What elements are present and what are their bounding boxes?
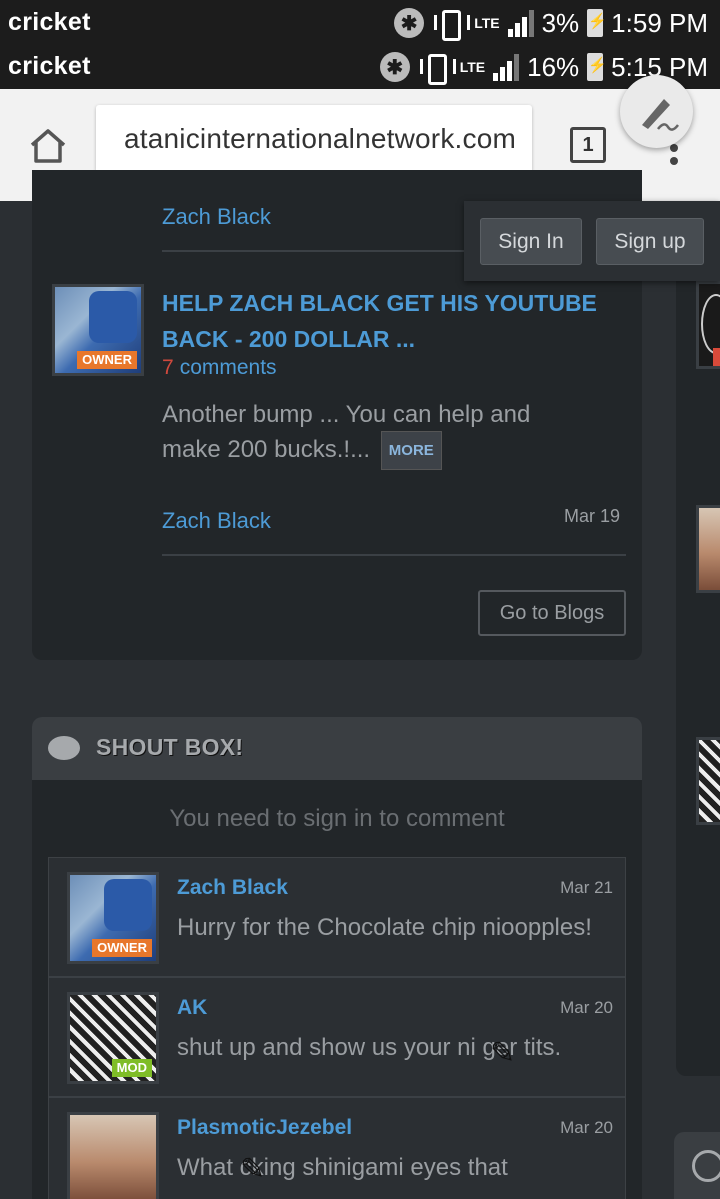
clock-time: 1:59 PM xyxy=(611,7,708,38)
blog-author-link[interactable]: Zach Black xyxy=(162,204,271,230)
signal-icon xyxy=(507,9,534,37)
more-button[interactable]: MORE xyxy=(380,431,442,470)
status-bar: cricket ✱ LTE 16% 5:15 PM xyxy=(0,44,720,89)
list-item: OWNER Zach Black Mar 21 Hurry for the Ch… xyxy=(49,858,625,978)
signal-icon xyxy=(493,53,520,81)
avatar[interactable]: OWNER xyxy=(52,284,144,376)
lte-label: LTE xyxy=(474,14,500,31)
blog-date: Mar 19 xyxy=(564,506,621,526)
status-bar: cricket ✱ LTE 3% 1:59 PM xyxy=(0,0,720,46)
shout-date: Mar 20 xyxy=(560,1118,613,1137)
battery-percent: 3% xyxy=(541,7,580,38)
sign-in-button[interactable]: Sign In xyxy=(480,218,582,265)
status-icons: ✱ LTE 3% 1:59 PM xyxy=(394,6,708,41)
tab-switcher-button[interactable]: 1 xyxy=(570,127,606,163)
signin-note: You need to sign in to comment xyxy=(169,805,505,832)
url-text: atanicinternationalnetwork.com xyxy=(124,123,516,154)
mod-badge: MOD xyxy=(111,1059,152,1077)
shout-date: Mar 20 xyxy=(560,998,613,1017)
avatar[interactable] xyxy=(67,1112,159,1199)
list-item: PlasmoticJezebel Mar 20 What cking shini… xyxy=(49,1098,625,1199)
battery-icon xyxy=(587,53,607,81)
avatar[interactable]: MOD xyxy=(67,992,159,1084)
carrier-label: cricket xyxy=(8,52,91,80)
url-bar[interactable]: atanicinternationalnetwork.com xyxy=(96,105,532,173)
battery-icon xyxy=(587,9,607,37)
blog-excerpt-text: Another bump ... You can help and make 2… xyxy=(162,401,531,463)
home-icon[interactable] xyxy=(28,127,68,165)
sidebar-thumbnail[interactable] xyxy=(696,281,720,369)
comment-count: 7 xyxy=(162,356,174,379)
sidebar-thumbnail[interactable] xyxy=(696,737,720,825)
shout-author[interactable]: Zach Black xyxy=(177,876,288,900)
clock-icon xyxy=(692,1150,720,1182)
comment-count-link[interactable]: 7 comments xyxy=(162,356,277,380)
blog-post-title[interactable]: HELP ZACH BLACK GET HIS YOUTUBE BACK - 2… xyxy=(162,285,612,357)
list-item: MOD AK Mar 20 shut up and show us your n… xyxy=(49,978,625,1098)
avatar[interactable]: OWNER xyxy=(67,872,159,964)
auth-popup: Sign In Sign up xyxy=(464,201,720,281)
battery-percent: 16% xyxy=(527,51,580,82)
bluetooth-icon: ✱ xyxy=(379,52,410,82)
comments-label: comments xyxy=(179,356,277,379)
chat-icon xyxy=(48,736,80,760)
blog-excerpt: Another bump ... You can help and make 2… xyxy=(162,398,582,470)
shoutbox-panel: SHOUT BOX! You need to sign in to commen… xyxy=(32,717,642,1199)
owner-badge: OWNER xyxy=(77,351,137,369)
right-sidebar xyxy=(676,201,720,1076)
sign-up-button[interactable]: Sign up xyxy=(596,218,704,265)
blog-author-link[interactable]: Zach Black xyxy=(162,508,271,534)
shoutbox-header: SHOUT BOX! xyxy=(32,717,642,780)
divider xyxy=(162,554,626,556)
shout-text: Hurry for the Chocolate chip nioopples! xyxy=(177,914,592,941)
shoutbox-title: SHOUT BOX! xyxy=(96,734,244,760)
vibrate-icon xyxy=(418,52,456,85)
shout-date: Mar 21 xyxy=(560,878,613,897)
shout-list: OWNER Zach Black Mar 21 Hurry for the Ch… xyxy=(48,857,626,1199)
bluetooth-icon: ✱ xyxy=(394,8,425,38)
carrier-label: cricket xyxy=(8,8,91,36)
owner-badge: OWNER xyxy=(92,939,152,957)
quill-marker-icon: ✎ xyxy=(240,1153,266,1186)
vibrate-icon xyxy=(432,8,471,41)
quill-marker-icon: ✎ xyxy=(490,1037,516,1070)
edit-icon[interactable] xyxy=(620,75,693,148)
sidebar-thumbnail[interactable] xyxy=(696,505,720,593)
shout-author[interactable]: PlasmoticJezebel xyxy=(177,1116,352,1140)
shout-text: What cking shinigami eyes that xyxy=(177,1154,508,1181)
shout-author[interactable]: AK xyxy=(177,996,207,1020)
go-to-blogs-button[interactable]: Go to Blogs xyxy=(478,590,626,636)
recent-activity-box xyxy=(674,1132,720,1199)
lte-label: LTE xyxy=(459,58,486,75)
